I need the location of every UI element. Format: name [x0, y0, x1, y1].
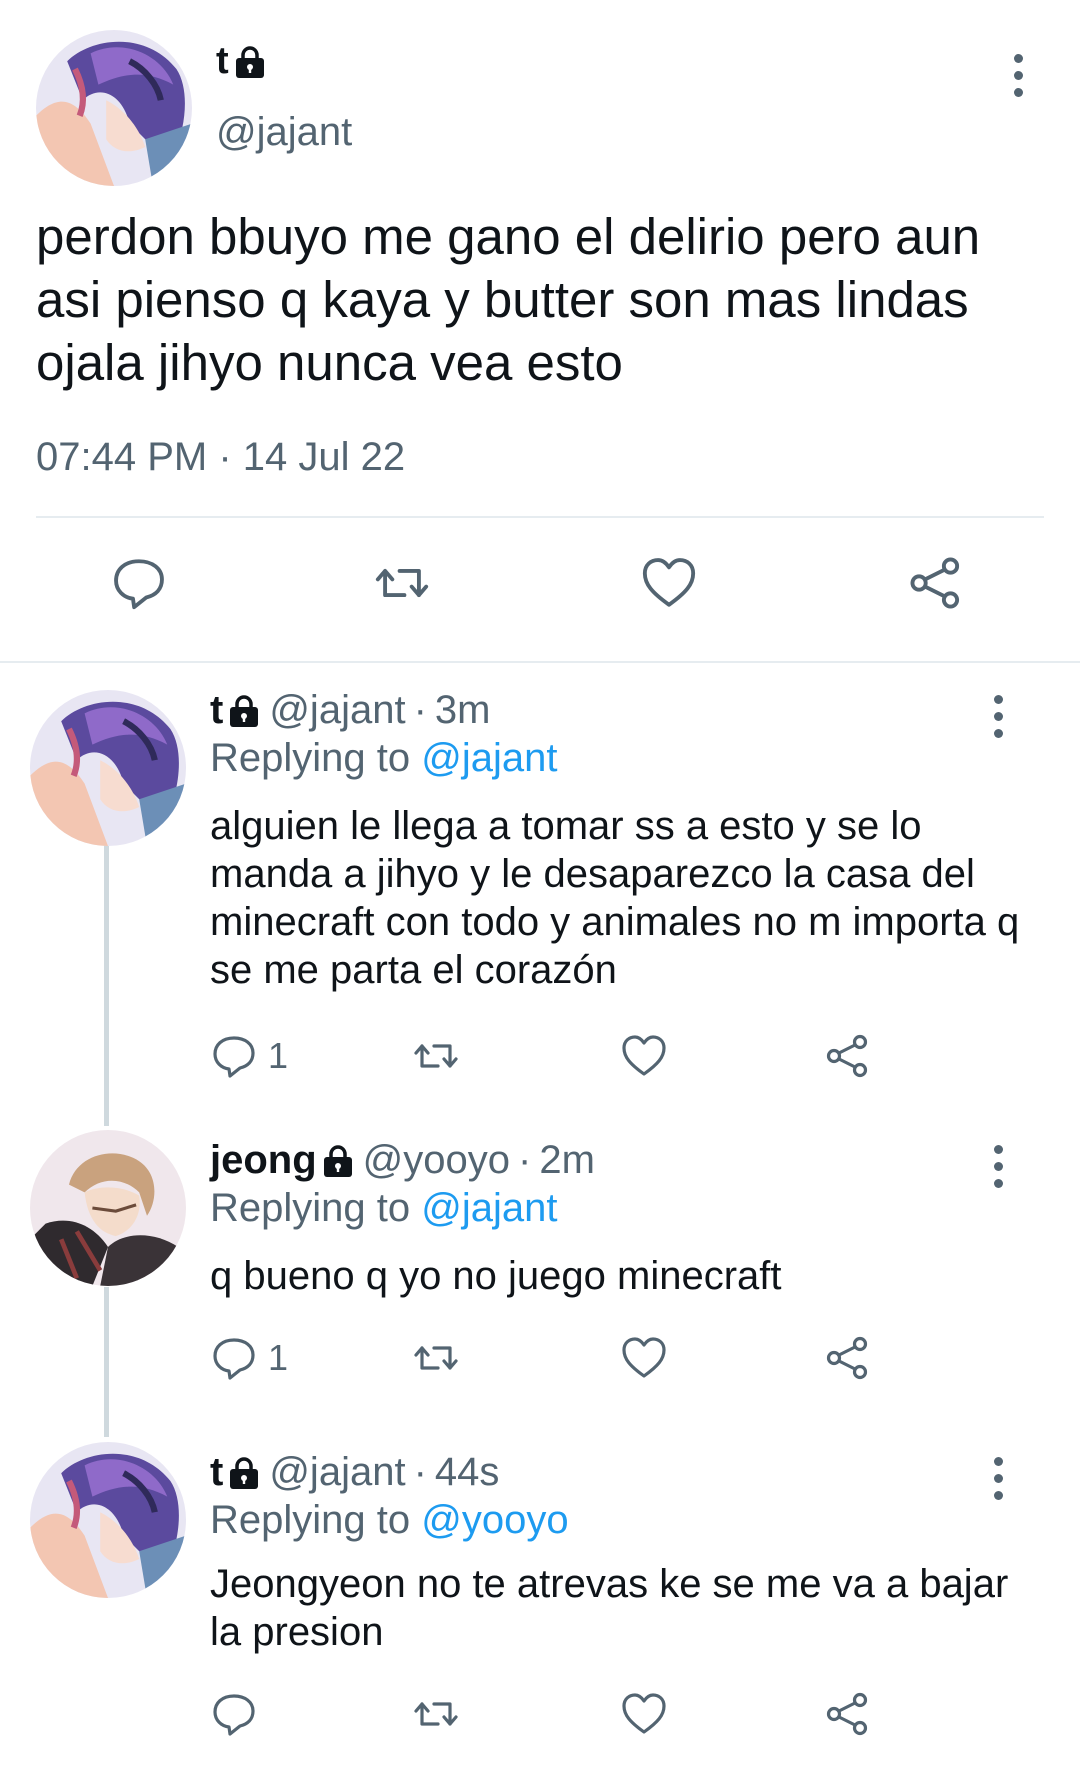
avatar[interactable] [30, 1130, 186, 1286]
separator: · [413, 1450, 427, 1494]
reply-tweet[interactable]: t @jajant · 3m Replying to @jajant algui… [0, 662, 1080, 1112]
more-icon[interactable] [978, 686, 1018, 746]
tweet-text: perdon bbuyo me gano el delirio pero aun… [36, 208, 981, 391]
display-name: t [210, 1450, 224, 1494]
retweet-button[interactable] [412, 1032, 460, 1080]
like-icon [620, 1032, 668, 1080]
replying-to: Replying to @jajant [210, 1186, 557, 1231]
reply-header: t @jajant · 3m [210, 688, 490, 733]
retweet-icon [412, 1032, 460, 1080]
like-button[interactable] [620, 1690, 668, 1738]
share-icon [907, 554, 965, 612]
like-icon [640, 554, 698, 612]
share-button[interactable] [824, 1690, 872, 1738]
retweet-button[interactable] [412, 1690, 460, 1738]
reply-text: q bueno q yo no juego minecraft [210, 1254, 782, 1298]
retweet-button[interactable] [412, 1334, 460, 1382]
reply-count: 1 [268, 1337, 289, 1378]
reply-icon [210, 1690, 258, 1738]
user-handle[interactable]: @jajant [216, 110, 352, 155]
reply-icon [110, 554, 168, 612]
reply-header: t @jajant · 44s [210, 1450, 499, 1495]
share-button[interactable] [824, 1334, 872, 1382]
more-icon[interactable] [998, 45, 1038, 105]
reply-time: 2m [539, 1138, 595, 1182]
display-name: t [210, 688, 224, 732]
reply-icon [210, 1032, 258, 1080]
replying-prefix: Replying to [210, 736, 422, 780]
retweet-icon [373, 554, 431, 612]
avatar-image [36, 30, 192, 186]
reply-button[interactable] [210, 1690, 268, 1738]
reply-text: alguien le llega a tomar ss a esto y se … [210, 804, 1020, 992]
replying-to-handle[interactable]: @yooyo [421, 1498, 568, 1542]
reply-button[interactable]: 1 [210, 1032, 288, 1080]
separator: · [413, 688, 427, 732]
divider [36, 516, 1044, 518]
reply-time: 3m [434, 688, 491, 732]
avatar-image [30, 1442, 186, 1598]
share-icon [824, 1032, 872, 1080]
display-name: jeong [210, 1138, 317, 1182]
replying-to: Replying to @jajant [210, 736, 557, 781]
reply-actions: 1 [210, 1334, 910, 1394]
avatar-image [30, 690, 186, 846]
lock-icon [323, 1145, 353, 1177]
reply-button[interactable]: 1 [210, 1334, 288, 1382]
avatar[interactable] [30, 690, 186, 846]
retweet-button[interactable] [373, 548, 443, 618]
avatar[interactable] [30, 1442, 186, 1598]
user-handle[interactable]: @yooyo [363, 1138, 510, 1183]
lock-icon [229, 695, 259, 727]
display-name-row: t [216, 40, 265, 83]
like-button[interactable] [620, 1334, 668, 1382]
share-button[interactable] [824, 1032, 872, 1080]
reply-count: 1 [268, 1035, 289, 1076]
replying-to-handle[interactable]: @jajant [421, 736, 557, 780]
lock-icon [229, 1457, 259, 1489]
replying-prefix: Replying to [210, 1186, 422, 1230]
replying-to-handle[interactable]: @jajant [421, 1186, 557, 1230]
replying-prefix: Replying to [210, 1498, 422, 1542]
like-icon [620, 1334, 668, 1382]
share-icon [824, 1690, 872, 1738]
retweet-icon [412, 1690, 460, 1738]
reply-actions [210, 1690, 910, 1750]
reply-time: 44s [434, 1450, 500, 1494]
tweet-timestamp: 07:44 PM · 14 Jul 22 [36, 435, 406, 479]
share-button[interactable] [907, 548, 977, 618]
avatar-image [30, 1130, 186, 1286]
user-handle[interactable]: @jajant [269, 1450, 405, 1495]
main-tweet: t @jajant perdon bbuyo me gano el deliri… [0, 0, 1080, 662]
avatar[interactable] [36, 30, 192, 186]
separator: · [518, 1138, 532, 1182]
like-button[interactable] [620, 1032, 668, 1080]
display-name: t [216, 40, 229, 82]
retweet-icon [412, 1334, 460, 1382]
more-icon[interactable] [978, 1136, 1018, 1196]
like-icon [620, 1690, 668, 1738]
reply-icon [210, 1334, 258, 1382]
reply-text: Jeongyeon no te atrevas ke se me va a ba… [210, 1562, 1009, 1654]
reply-tweet[interactable]: t @jajant · 44s Replying to @yooyo Jeong… [0, 1432, 1080, 1767]
reply-tweet[interactable]: jeong @yooyo · 2m Replying to @jajant q … [0, 1112, 1080, 1432]
reply-button[interactable] [110, 548, 180, 618]
reply-actions: 1 [210, 1032, 910, 1092]
reply-header: jeong @yooyo · 2m [210, 1138, 595, 1183]
share-icon [824, 1334, 872, 1382]
more-icon[interactable] [978, 1448, 1018, 1508]
lock-icon [235, 46, 265, 78]
tweet-actions [0, 548, 1080, 628]
replying-to: Replying to @yooyo [210, 1498, 569, 1543]
user-handle[interactable]: @jajant [269, 688, 405, 733]
like-button[interactable] [640, 548, 710, 618]
